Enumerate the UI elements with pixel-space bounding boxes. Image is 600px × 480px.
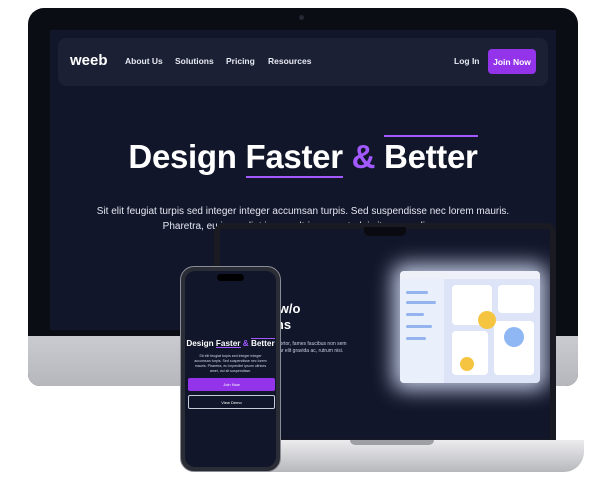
phone-view-demo-button[interactable]: View Demo [188,395,275,409]
logo[interactable]: weeb [70,52,108,69]
phone-title: Design Faster & Better [185,338,276,348]
mockup-chart-dot [460,357,474,371]
nav-link-solutions[interactable]: Solutions [175,56,214,66]
phone-body-text: Sit elit feugiat turpis sed integer inte… [194,354,267,373]
mockup-sidebar [400,279,444,383]
mockup-line [406,337,426,340]
join-now-button[interactable]: Join Now [488,49,536,74]
mockup-titlebar [400,271,540,279]
nav-link-about-us[interactable]: About Us [125,56,163,66]
dashboard-mockup-image [400,271,540,383]
camera-icon [299,15,304,20]
phone-title-design: Design [186,339,216,348]
navbar: weeb About Us Solutions Pricing Resource… [58,38,548,86]
login-link[interactable]: Log In [454,56,480,66]
laptop-notch [364,227,406,236]
phone-join-now-button[interactable]: Join Now [188,378,275,391]
hero-title-better: Better [384,135,478,175]
phone: Design Faster & Better Sit elit feugiat … [180,266,281,472]
phone-screen: Design Faster & Better Sit elit feugiat … [185,271,276,467]
laptop-groove [350,440,434,445]
phone-title-better: Better [250,338,275,348]
mockup-line [406,313,424,316]
mockup-card [498,285,534,313]
mockup-chart-dot [504,327,524,347]
phone-title-ampersand: & [240,339,251,348]
nav-link-resources[interactable]: Resources [268,56,311,66]
hero-title-faster: Faster [245,138,343,178]
mockup-chart-dot [478,311,496,329]
mockup-line [406,325,432,328]
mockup-line [406,301,436,304]
phone-title-faster: Faster [215,339,241,348]
hero-title: Design Faster & Better [50,135,556,178]
hero-title-ampersand: & [342,138,385,175]
dynamic-island [217,274,244,281]
nav-link-pricing[interactable]: Pricing [226,56,255,66]
hero-title-design: Design [128,138,246,175]
mockup-line [406,291,428,294]
